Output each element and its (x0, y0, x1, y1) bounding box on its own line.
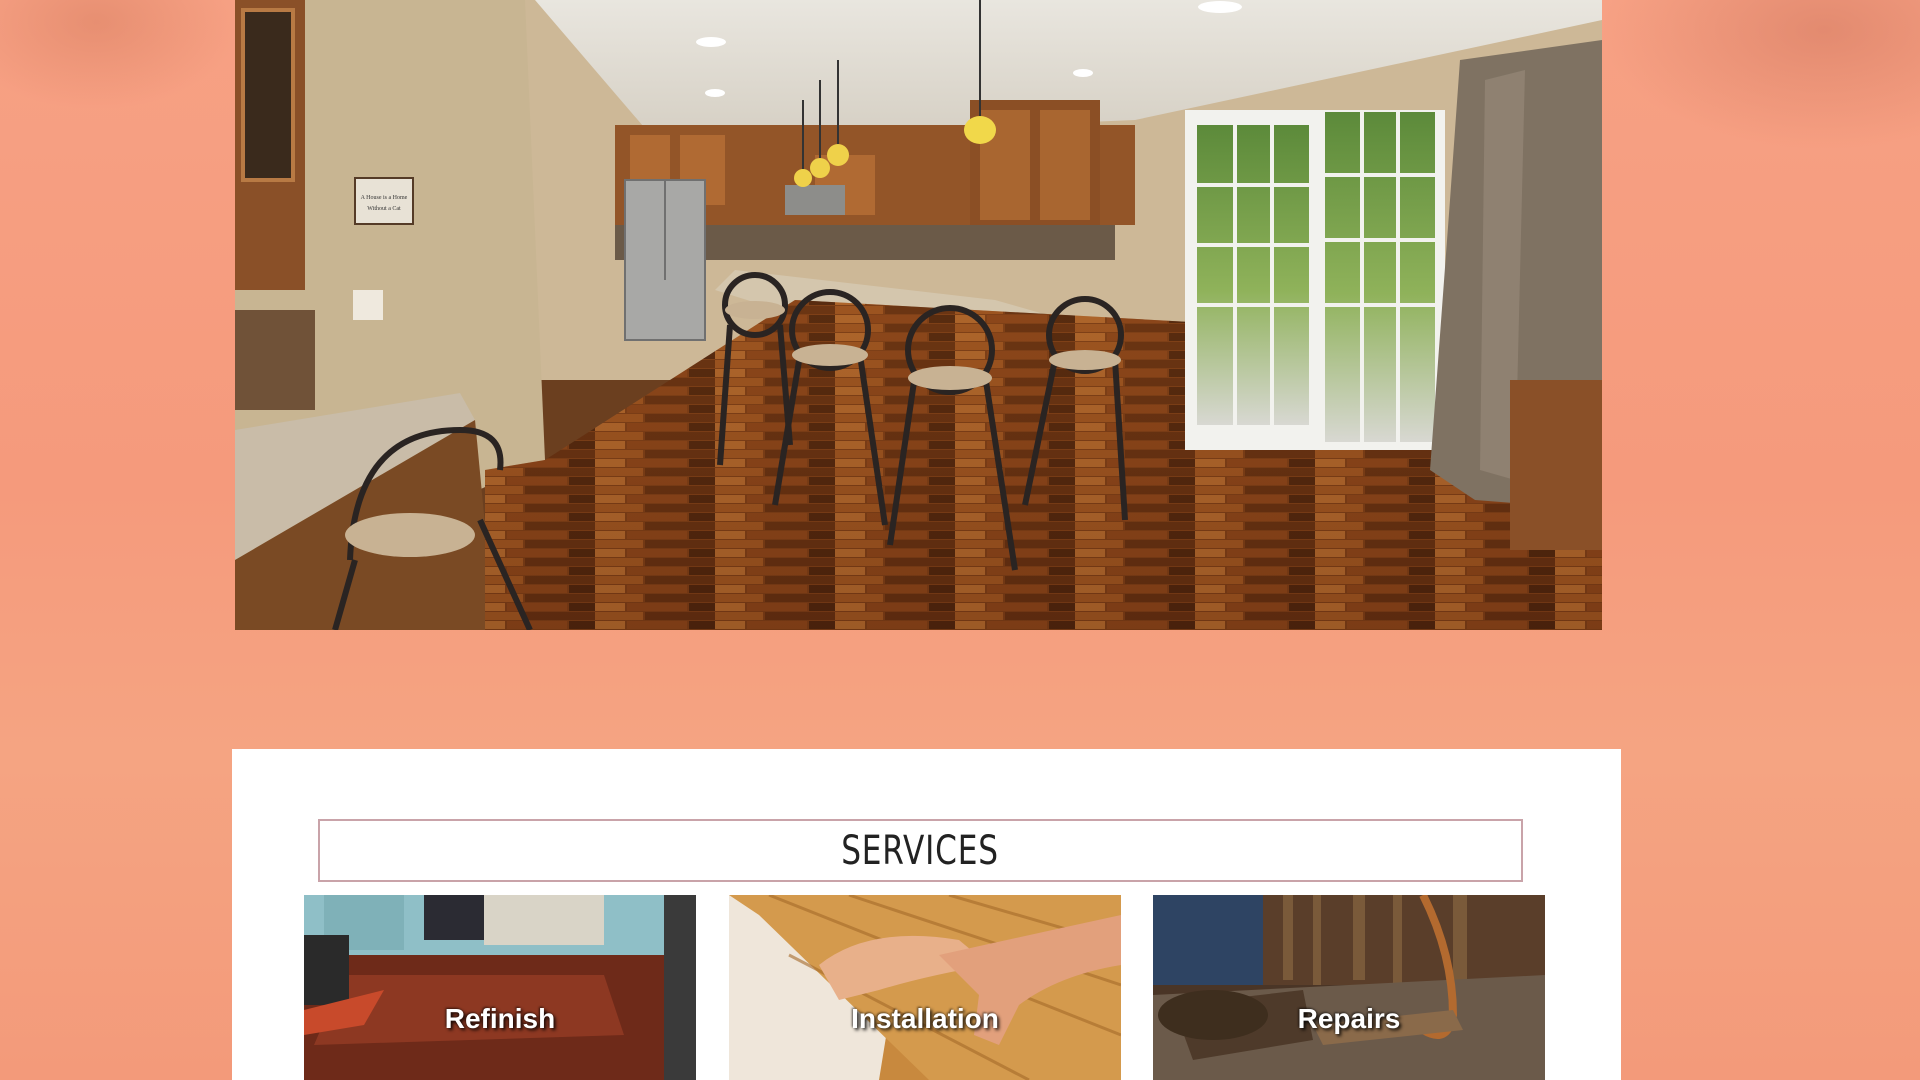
services-panel: SERVICES Refinish Installation Repairs (232, 749, 1621, 1080)
service-label-refinish: Refinish (444, 1003, 556, 1034)
floor-repair-photo (1153, 895, 1545, 1080)
svg-text:Without a Cat: Without a Cat (367, 206, 401, 212)
hero-kitchen-image: A House is a Home Without a Cat (235, 0, 1602, 630)
services-heading: SERVICES (318, 819, 1523, 882)
services-heading-text: SERVICES (841, 827, 1000, 874)
background-decoration-right (1600, 0, 1920, 150)
service-card-repairs[interactable]: Repairs (1153, 895, 1545, 1080)
wall-sign-text: A House is a Home (361, 195, 408, 201)
service-card-refinish[interactable]: Refinish (304, 895, 696, 1080)
refinished-floor-photo (304, 895, 696, 1080)
service-label-installation: Installation (851, 1003, 999, 1034)
service-label-repairs: Repairs (1297, 1003, 1401, 1034)
background-decoration-left (0, 0, 240, 110)
plank-installation-photo (729, 895, 1121, 1080)
service-card-installation[interactable]: Installation (729, 895, 1121, 1080)
